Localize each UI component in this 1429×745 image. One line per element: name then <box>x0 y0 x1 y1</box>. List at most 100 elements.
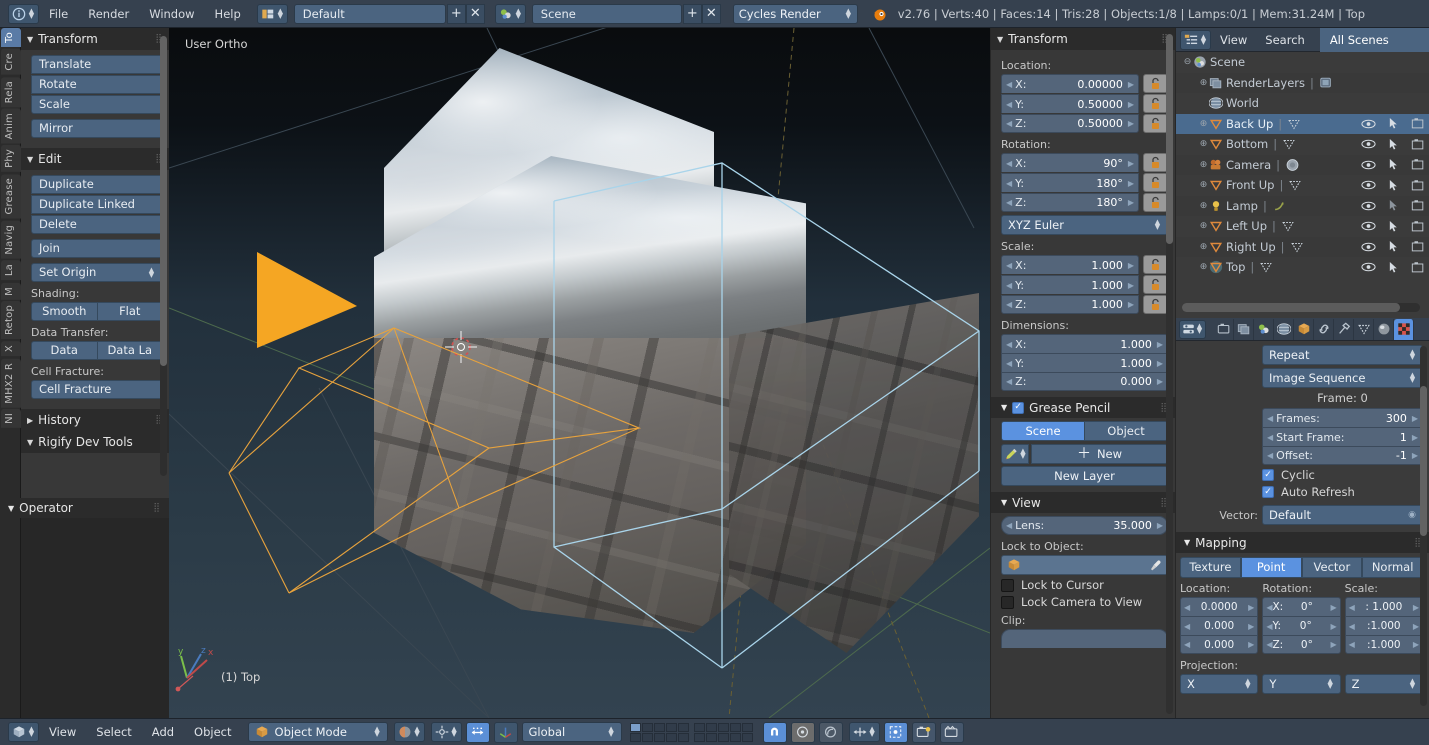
lock-to-cursor-row[interactable]: Lock to Cursor <box>1001 578 1168 592</box>
tool-tab-x[interactable]: X <box>1 341 21 356</box>
toolshelf-scrollbar[interactable] <box>160 36 167 476</box>
data-tab-icon[interactable] <box>1354 319 1374 340</box>
menu-help[interactable]: Help <box>205 0 251 28</box>
rigify-panel-header[interactable]: ▼ Rigify Dev Tools <box>21 431 169 453</box>
visibility-eye-icon[interactable] <box>1361 138 1376 150</box>
decrement-arrow-icon[interactable]: ◀ <box>1006 359 1012 368</box>
layer-cell[interactable] <box>642 733 653 742</box>
mapping-tab-normal[interactable]: Normal <box>1362 557 1423 578</box>
lock-location-x-button[interactable] <box>1143 74 1168 93</box>
renderability-camera-icon[interactable] <box>1411 158 1425 171</box>
lock-scale-y-button[interactable] <box>1143 275 1168 294</box>
view3d-menu-select[interactable]: Select <box>86 719 141 745</box>
source-spin-icon[interactable]: ▲▼ <box>1409 373 1416 383</box>
renderability-camera-icon[interactable] <box>1411 240 1425 253</box>
expander-icon[interactable]: ⊕ <box>1198 221 1209 231</box>
falloff-spin-icon[interactable]: ▲▼ <box>869 727 876 737</box>
selectability-cursor-icon[interactable] <box>1388 179 1399 192</box>
decrement-arrow-icon[interactable]: ◀ <box>1006 300 1012 309</box>
selectability-cursor-icon[interactable] <box>1388 220 1399 233</box>
add-scene-button[interactable]: + <box>683 4 702 24</box>
scale-z-field[interactable]: ◀ Z: 1.000 ▶ <box>1001 295 1139 314</box>
lock-to-cursor-checkbox[interactable] <box>1001 579 1014 592</box>
selectability-cursor-icon[interactable] <box>1388 117 1399 130</box>
location-x-field[interactable]: ◀ X: 0.00000 ▶ <box>1001 74 1139 93</box>
increment-arrow-icon[interactable]: ▶ <box>1128 100 1134 109</box>
rotation-mode-spin-icon[interactable]: ▲▼ <box>1154 220 1161 230</box>
tool-tab-physics[interactable]: Phy <box>1 145 21 172</box>
renderlayer-data-icon[interactable] <box>1319 76 1333 90</box>
add-layout-button[interactable]: + <box>447 4 466 24</box>
renderability-camera-icon[interactable] <box>1411 117 1425 130</box>
scene-datablock-icon[interactable]: ▲▼ <box>495 4 526 24</box>
visibility-eye-icon[interactable] <box>1361 261 1376 273</box>
auto-refresh-row[interactable]: ✓ Auto Refresh <box>1262 485 1423 499</box>
visibility-eye-icon[interactable] <box>1361 200 1376 212</box>
gp-scene-toggle[interactable]: Scene <box>1001 421 1085 441</box>
clip-start-field[interactable] <box>1001 629 1168 648</box>
menu-window[interactable]: Window <box>139 0 204 28</box>
manipulator-translate-icon[interactable] <box>466 722 490 743</box>
expander-icon[interactable]: ⊕ <box>1198 78 1209 88</box>
increment-arrow-icon[interactable]: ▶ <box>1157 359 1163 368</box>
layout-spin-icon[interactable]: ▲▼ <box>277 9 284 19</box>
operator-panel-header[interactable]: ▼ Operator ⣿ <box>0 498 169 518</box>
mapping-scale-x-field[interactable]: ◀ : 1.000 ▶ <box>1345 597 1423 616</box>
lock-location-z-button[interactable] <box>1143 114 1168 133</box>
expander-icon[interactable]: ⊕ <box>1198 119 1209 129</box>
increment-arrow-icon[interactable]: ▶ <box>1248 640 1254 649</box>
menu-file[interactable]: File <box>39 0 78 28</box>
properties-scrollbar[interactable] <box>1420 346 1427 706</box>
scale-button[interactable]: Scale <box>31 95 163 114</box>
selectability-cursor-icon[interactable] <box>1388 199 1399 212</box>
tool-tab-tools[interactable]: To <box>1 28 21 47</box>
outliner-row-left-up[interactable]: ⊕ Left Up | <box>1176 216 1429 237</box>
outliner-row-renderlayers[interactable]: ⊕ RenderLayers | <box>1176 73 1429 94</box>
layer-cell[interactable] <box>706 733 717 742</box>
decrement-arrow-icon[interactable]: ◀ <box>1006 159 1012 168</box>
lamp-data-icon[interactable] <box>1272 199 1287 213</box>
outliner-row-top[interactable]: ⊕ Top | <box>1176 257 1429 278</box>
tool-tab-la[interactable]: La <box>1 260 21 280</box>
engine-spin-icon[interactable]: ▲▼ <box>845 9 852 19</box>
frames-field[interactable]: ◀ Frames: 300 ▶ <box>1262 408 1423 427</box>
extension-dropdown[interactable]: Repeat ▲▼ <box>1262 345 1423 365</box>
decrement-arrow-icon[interactable]: ◀ <box>1006 340 1012 349</box>
snap-target-icon[interactable] <box>791 722 815 743</box>
grease-pencil-panel-header[interactable]: ▼ ✓ Grease Pencil ⣿ <box>991 397 1175 418</box>
layer-block-2[interactable] <box>694 723 753 742</box>
view3d-editor-icon[interactable]: ▲▼ <box>8 722 39 742</box>
tool-tab-navigation[interactable]: Navig <box>1 221 21 259</box>
increment-arrow-icon[interactable]: ▶ <box>1248 603 1254 612</box>
decrement-arrow-icon[interactable]: ◀ <box>1267 451 1273 460</box>
selectability-cursor-icon[interactable] <box>1388 138 1399 151</box>
selectability-cursor-icon[interactable] <box>1388 158 1399 171</box>
decrement-arrow-icon[interactable]: ◀ <box>1006 100 1012 109</box>
set-origin-spin-icon[interactable]: ▲▼ <box>148 268 155 278</box>
outliner-menu-search[interactable]: Search <box>1256 28 1314 52</box>
object-tab-icon[interactable] <box>1294 319 1314 340</box>
projection-y-spin-icon[interactable]: ▲▼ <box>1327 679 1334 689</box>
location-z-field[interactable]: ◀ Z: 0.50000 ▶ <box>1001 114 1139 133</box>
expander-icon[interactable]: ⊖ <box>1182 57 1193 67</box>
tool-tab-create[interactable]: Cre <box>1 49 21 75</box>
world-tab-icon[interactable] <box>1274 319 1294 340</box>
scale-x-field[interactable]: ◀ X: 1.000 ▶ <box>1001 255 1139 274</box>
orientation-spin-icon[interactable]: ▲▼ <box>608 727 615 737</box>
renderability-camera-icon[interactable] <box>1411 199 1425 212</box>
mapping-location-y-field[interactable]: ◀ 0.000 ▶ <box>1180 616 1258 635</box>
increment-arrow-icon[interactable]: ▶ <box>1157 521 1163 530</box>
expander-icon[interactable]: ⊕ <box>1198 262 1209 272</box>
dimensions-x-field[interactable]: ◀ X: 1.000 ▶ <box>1001 334 1168 353</box>
modifiers-tab-icon[interactable] <box>1334 319 1354 340</box>
lock-location-y-button[interactable] <box>1143 94 1168 113</box>
outliner-row-right-up[interactable]: ⊕ Right Up | <box>1176 237 1429 258</box>
mesh-data-icon[interactable] <box>1282 137 1296 151</box>
properties-editor-spin-icon[interactable]: ▲▼ <box>1196 324 1203 334</box>
lock-rotation-y-button[interactable] <box>1143 173 1168 192</box>
render-animation-icon[interactable] <box>940 722 964 743</box>
increment-arrow-icon[interactable]: ▶ <box>1331 622 1337 631</box>
pivot-point-icon[interactable]: ▲▼ <box>431 722 462 742</box>
outliner-horizontal-scrollbar[interactable] <box>1182 303 1420 312</box>
visibility-eye-icon[interactable] <box>1361 118 1376 130</box>
